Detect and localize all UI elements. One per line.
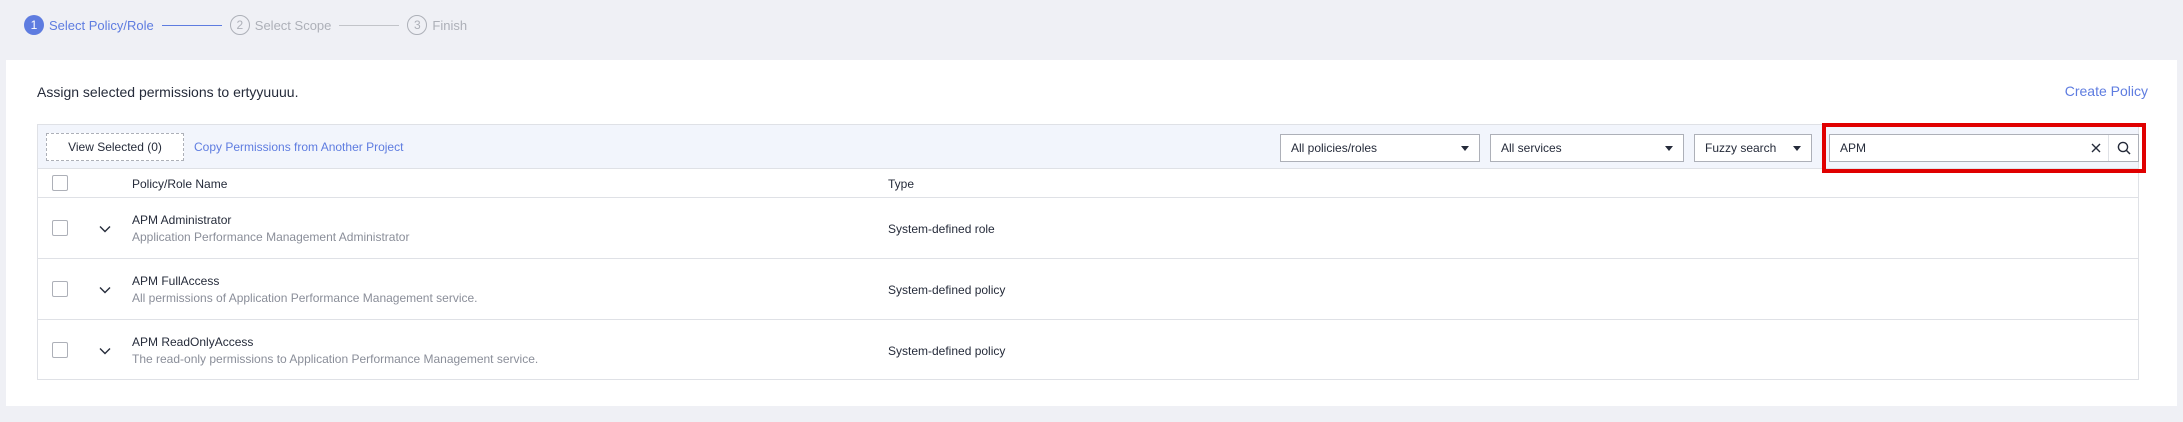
policy-type: System-defined policy	[888, 283, 1006, 297]
step-label: Finish	[432, 17, 468, 33]
search-mode-value: Fuzzy search	[1705, 141, 1777, 155]
stepper: 1 Select Policy/Role 2 Select Scope 3 Fi…	[24, 14, 467, 36]
table-row: APM ReadOnlyAccess The read-only permiss…	[38, 320, 2138, 381]
policy-type: System-defined policy	[888, 344, 1006, 358]
policy-type-value: All policies/roles	[1291, 141, 1378, 155]
view-selected-button[interactable]: View Selected (0)	[46, 133, 184, 161]
policy-type: System-defined role	[888, 222, 995, 236]
clear-icon[interactable]	[2084, 135, 2108, 161]
step-label: Select Scope	[254, 17, 332, 33]
service-select[interactable]: All services	[1490, 134, 1684, 162]
column-header-type: Type	[888, 177, 915, 191]
step-label: Select Policy/Role	[49, 17, 154, 33]
caret-down-icon	[1793, 146, 1801, 151]
policy-type-select[interactable]: All policies/roles	[1280, 134, 1480, 162]
table-row: APM Administrator Application Performanc…	[38, 198, 2138, 259]
service-value: All services	[1501, 141, 1562, 155]
row-checkbox[interactable]	[52, 281, 68, 297]
caret-down-icon	[1665, 146, 1673, 151]
policy-description: The read-only permissions to Application…	[132, 352, 539, 366]
chevron-down-icon[interactable]	[98, 344, 112, 358]
step-connector	[339, 24, 400, 26]
policy-table: View Selected (0) Copy Permissions from …	[37, 123, 2146, 381]
main-card: Assign selected permissions to ertyyuuuu…	[6, 60, 2177, 406]
step-connector	[161, 24, 222, 26]
step-number: 3	[407, 15, 428, 35]
step-select-policy: 1 Select Policy/Role	[24, 15, 154, 35]
chevron-down-icon[interactable]	[98, 283, 112, 297]
select-all-checkbox[interactable]	[52, 175, 68, 191]
copy-permissions-link[interactable]: Copy Permissions from Another Project	[194, 140, 403, 154]
step-finish: 3 Finish	[407, 15, 467, 35]
column-header-name: Policy/Role Name	[132, 177, 228, 191]
search-box	[1829, 134, 2139, 162]
step-number: 1	[24, 15, 44, 35]
row-checkbox[interactable]	[52, 220, 68, 236]
step-number: 2	[229, 15, 250, 35]
policy-name: APM ReadOnlyAccess	[132, 335, 254, 349]
create-policy-link[interactable]: Create Policy	[2065, 83, 2148, 99]
search-mode-select[interactable]: Fuzzy search	[1694, 134, 1812, 162]
policy-name: APM Administrator	[132, 213, 232, 227]
row-checkbox[interactable]	[52, 342, 68, 358]
policy-description: All permissions of Application Performan…	[132, 291, 478, 305]
chevron-down-icon[interactable]	[98, 222, 112, 236]
policy-name: APM FullAccess	[132, 274, 220, 288]
search-input[interactable]	[1830, 135, 2084, 161]
table-header: Policy/Role Name Type	[38, 169, 2138, 198]
search-icon[interactable]	[2108, 135, 2138, 161]
caret-down-icon	[1461, 146, 1469, 151]
table-toolbar: View Selected (0) Copy Permissions from …	[38, 123, 2146, 173]
policy-description: Application Performance Management Admin…	[132, 230, 410, 244]
assign-description: Assign selected permissions to ertyyuuuu…	[37, 84, 299, 100]
step-select-scope: 2 Select Scope	[229, 15, 332, 35]
table-row: APM FullAccess All permissions of Applic…	[38, 259, 2138, 320]
